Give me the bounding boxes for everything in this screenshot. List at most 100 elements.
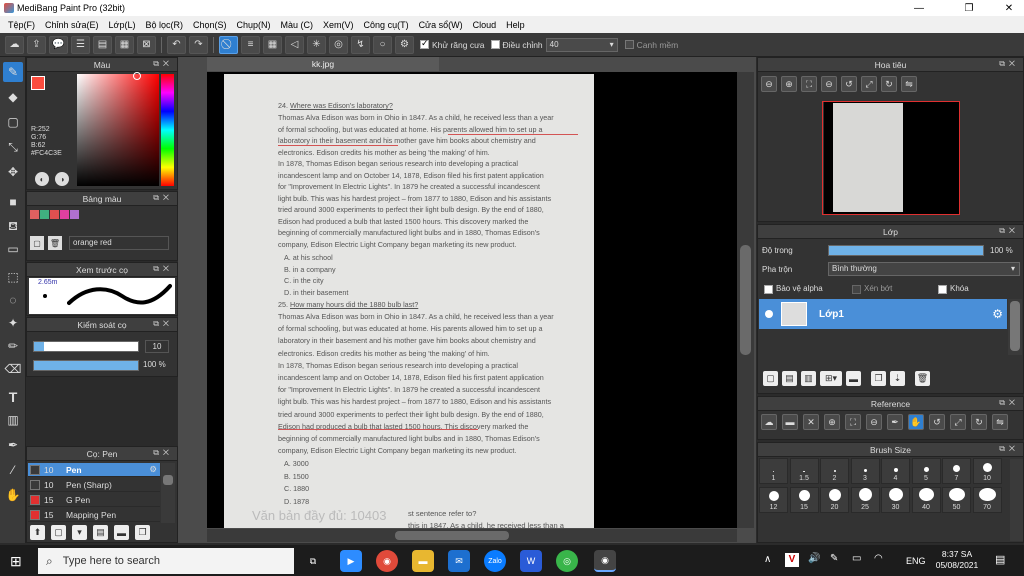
menu-edit[interactable]: Chỉnh sửa(E) (40, 20, 104, 30)
snap-off-icon[interactable]: ⃠ (219, 35, 238, 54)
palette-swatch[interactable] (40, 210, 49, 219)
undo-icon[interactable]: ↶ (167, 35, 186, 54)
close-reference-icon[interactable]: ✕ (803, 414, 819, 430)
brush-size-preset[interactable]: 1 (759, 458, 788, 484)
parallel-snap-icon[interactable]: ≡ (241, 35, 260, 54)
delete-layer-icon[interactable]: 🗑 (915, 371, 930, 386)
text-tool-icon[interactable]: T (3, 387, 23, 407)
clipping-checkbox[interactable] (852, 285, 861, 294)
picker-tool-icon[interactable]: ⁄ (3, 460, 23, 480)
language-indicator[interactable]: ENG (906, 556, 926, 566)
brush-tool-icon[interactable]: ✎ (3, 62, 23, 82)
brush-size-slider[interactable] (33, 341, 139, 352)
hue-slider[interactable] (161, 74, 174, 186)
open-folder-icon[interactable]: ▬ (782, 414, 798, 430)
pen-item[interactable]: 15 Mapping Pen (28, 508, 160, 522)
circle-snap-icon[interactable]: ◎ (329, 35, 348, 54)
move-tool-icon[interactable]: ✥ (3, 162, 23, 182)
panel-controls-icon[interactable]: ⧉✕ (153, 448, 173, 458)
settings-icon[interactable]: ⚙ (395, 35, 414, 54)
cross-snap-icon[interactable]: ▦ (263, 35, 282, 54)
fill-shape-icon[interactable]: ■ (3, 192, 23, 212)
grid-icon[interactable]: ▦ (115, 35, 134, 54)
gear-icon[interactable]: ⚙ (149, 464, 157, 475)
pen-list-scrollbar[interactable] (161, 463, 175, 523)
gradient-tool-icon[interactable]: ▭ (3, 239, 23, 259)
flip-icon[interactable]: ⇋ (901, 76, 917, 92)
menu-file[interactable]: Tệp(F) (3, 20, 40, 30)
pen-item[interactable]: 15 G Pen (28, 493, 160, 507)
folder-icon[interactable]: ▬ (114, 525, 129, 540)
color-wheel-icon[interactable]: ◐ (35, 172, 49, 186)
panel-controls-icon[interactable]: ⧉✕ (153, 193, 173, 203)
gear-icon[interactable]: ⚙ (992, 307, 1003, 321)
layer-row[interactable]: Lớp1 ⚙ (759, 299, 1007, 329)
brush-size-scrollbar[interactable] (1010, 459, 1023, 541)
select-eraser-icon[interactable]: ⌫ (3, 359, 23, 379)
panel-controls-icon[interactable]: ⧉✕ (999, 59, 1019, 69)
rotate-left-icon[interactable]: ↺ (929, 414, 945, 430)
document-page[interactable]: 24. Where was Edison's laboratory? Thoma… (224, 74, 594, 528)
flip-icon[interactable]: ⇋ (992, 414, 1008, 430)
fit-window-icon[interactable]: ⤢ (950, 414, 966, 430)
pen-list-scroll-thumb[interactable] (163, 475, 173, 485)
brush-size-preset[interactable]: 1.5 (789, 458, 819, 484)
brush-size-preset[interactable]: 10 (972, 458, 1002, 484)
brush-size-preset[interactable]: 20 (820, 487, 849, 513)
color-picker-cursor[interactable] (133, 72, 141, 80)
fit-window-icon[interactable]: ⤢ (861, 76, 877, 92)
panel-controls-icon[interactable]: ⧉✕ (153, 319, 173, 329)
wifi-icon[interactable]: ◠ (874, 553, 883, 564)
pen-item[interactable]: 10 Pen (Sharp) (28, 478, 160, 492)
magic-wand-icon[interactable]: ✦ (3, 313, 23, 333)
new-layer-1bit-icon[interactable]: ▥ (801, 371, 816, 386)
panel-controls-icon[interactable]: ⧉✕ (999, 226, 1019, 236)
eyedropper-icon[interactable]: ✒ (887, 414, 903, 430)
hand-icon[interactable]: ✋ (908, 414, 924, 430)
zoom-minus-icon[interactable]: ⊖ (821, 76, 837, 92)
menu-snap[interactable]: Chụp(N) (232, 20, 276, 30)
brush-size-preset[interactable]: 4 (881, 458, 910, 484)
zoom-in-icon[interactable]: ⊕ (824, 414, 840, 430)
antialias-checkbox[interactable] (420, 38, 429, 49)
green-app-icon[interactable]: ◎ (556, 550, 578, 572)
copy-icon[interactable]: ❐ (135, 525, 150, 540)
comment-icon[interactable]: 💬 (49, 35, 68, 54)
volume-icon[interactable]: 🔊 (808, 553, 820, 564)
adjust-checkbox[interactable] (490, 40, 500, 49)
brush-size-preset[interactable]: 30 (881, 487, 910, 513)
deselect-icon[interactable]: ⊠ (137, 35, 156, 54)
fit-icon[interactable]: ⛶ (845, 414, 861, 430)
menu-color[interactable]: Màu (C) (276, 20, 319, 30)
clock[interactable]: 8:37 SA 05/08/2021 (932, 549, 982, 571)
new-layer-8bit-icon[interactable]: ▤ (782, 371, 797, 386)
saturation-value-picker[interactable] (77, 74, 159, 186)
document-tab[interactable]: kk.jpg (207, 57, 439, 71)
hand-tool-icon[interactable]: ✋ (3, 485, 23, 505)
canvas-vertical-scroll-thumb[interactable] (740, 245, 751, 355)
menu-select[interactable]: Chọn(S) (188, 20, 232, 30)
maximize-button[interactable]: ❐ (954, 0, 984, 16)
brush-file-icon[interactable]: ▤ (93, 525, 108, 540)
windows-start-icon[interactable]: ⊞ (10, 553, 22, 570)
menu-tools[interactable]: Công cụ(T) (359, 20, 414, 30)
merge-layer-icon[interactable]: ⇣ (890, 371, 905, 386)
folder-icon[interactable]: ▬ (846, 371, 861, 386)
minimize-button[interactable]: — (904, 0, 934, 16)
bucket-tool-icon[interactable]: ⛾ (3, 217, 23, 237)
cloud-icon[interactable]: ☁ (5, 35, 24, 54)
menu-cloud[interactable]: Cloud (468, 20, 502, 30)
vanishing-snap-icon[interactable]: ◁ (285, 35, 304, 54)
taskbar-search-box[interactable]: ⌕ Type here to search (38, 548, 294, 574)
menu-layer[interactable]: Lớp(L) (104, 20, 141, 30)
duplicate-layer-icon[interactable]: ❐ (871, 371, 886, 386)
eyedropper-tool-icon[interactable]: ✒ (3, 435, 23, 455)
pen-item[interactable]: 10 Pen ⚙ (28, 463, 160, 477)
lasso-tool-icon[interactable]: ◌ (3, 290, 23, 310)
eraser-tool-icon[interactable]: ◆ (3, 87, 23, 107)
menu-help[interactable]: Help (501, 20, 530, 30)
layer-scrollbar[interactable] (1008, 299, 1022, 355)
divide-tool-icon[interactable]: ▥ (3, 410, 23, 430)
v-app-tray-icon[interactable]: V (785, 553, 799, 567)
navigator-viewport-box[interactable] (822, 101, 960, 215)
